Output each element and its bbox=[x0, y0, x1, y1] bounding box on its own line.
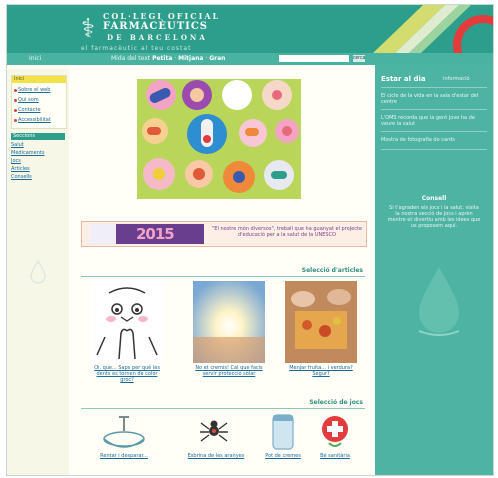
article-caption-3[interactable]: Menjar fruita... i verdura? Segur? bbox=[285, 365, 357, 377]
main-content: 2015 "El nostre món diversos", treball q… bbox=[69, 65, 375, 475]
sidebar-divider bbox=[381, 87, 487, 88]
games-divider bbox=[81, 408, 365, 409]
sidebar-title: Estar al dia bbox=[381, 75, 426, 83]
brand-line-3: DE BARCELONA bbox=[107, 33, 208, 42]
sidebar-divider bbox=[381, 109, 487, 110]
left-link-1[interactable]: Sobre el web bbox=[18, 87, 50, 93]
left-item-2[interactable]: Medicaments bbox=[11, 150, 44, 156]
article-caption-1[interactable]: Oi, que... Saps per què les dents es tor… bbox=[91, 365, 163, 383]
news-item-2[interactable]: L'OMS recorda que la gent jove ha de veu… bbox=[381, 115, 487, 127]
left-item-4[interactable]: Articles bbox=[11, 166, 30, 172]
game-caption-1[interactable]: Rentar i desparar... bbox=[95, 453, 153, 459]
text-size-small[interactable]: Petita bbox=[152, 55, 172, 62]
promo-image: 2015 bbox=[90, 224, 204, 244]
articles-heading: Selecció d'articles bbox=[301, 267, 363, 274]
home-link[interactable]: Inici bbox=[29, 55, 41, 62]
left-link-4[interactable]: Accessibilitat bbox=[18, 117, 51, 123]
game-caption-4[interactable]: Bé sanitària bbox=[306, 453, 364, 459]
article-image-3[interactable] bbox=[285, 281, 357, 363]
left-menu-box: Inici Sobre el web Qui som Contacte Acce… bbox=[11, 75, 67, 129]
top-navbar: Inici Mida del text Petita · Mitjana · G… bbox=[7, 53, 493, 65]
advice-title: Consell bbox=[421, 195, 447, 202]
search-button[interactable]: cerca bbox=[353, 55, 365, 62]
sidebar-divider bbox=[381, 149, 487, 150]
left-item-1[interactable]: Salut bbox=[11, 142, 24, 148]
site-header: ⚕ COL·LEGI OFICIAL FARMACÈUTICS DE BARCE… bbox=[7, 5, 493, 53]
spider-icon[interactable] bbox=[197, 413, 231, 451]
featured-banner[interactable] bbox=[137, 79, 301, 199]
promo-banner[interactable]: 2015 "El nostre món diversos", treball q… bbox=[81, 221, 367, 247]
article-image-1[interactable] bbox=[91, 281, 163, 363]
page-frame: ⚕ COL·LEGI OFICIAL FARMACÈUTICS DE BARCE… bbox=[6, 4, 494, 476]
bullet-icon bbox=[14, 99, 17, 102]
text-size-label: Mida del text bbox=[111, 55, 151, 62]
left-item-5[interactable]: Consells bbox=[11, 174, 32, 180]
tagline: el farmacèutic al teu costat bbox=[81, 45, 192, 52]
left-link-2[interactable]: Qui som bbox=[18, 97, 39, 103]
brand-line-1: COL·LEGI OFICIAL bbox=[103, 11, 221, 21]
text-size-large[interactable]: Gran bbox=[209, 55, 225, 62]
search-input[interactable] bbox=[279, 55, 349, 62]
article-caption-2[interactable]: No et cremis! Cal que facis servir prote… bbox=[193, 365, 265, 377]
sidebar-subtitle: Informació bbox=[443, 76, 470, 82]
articles-divider bbox=[81, 276, 365, 277]
brand-line-2: FARMACÈUTICS bbox=[103, 21, 209, 32]
drop-decoration-icon bbox=[30, 259, 46, 284]
bullet-icon bbox=[14, 109, 17, 112]
games-heading: Selecció de jocs bbox=[309, 399, 363, 406]
unesco-logo bbox=[90, 224, 116, 244]
game-caption-3[interactable]: Pot de cremes bbox=[254, 453, 312, 459]
advice-text: Si t'agraden els jocs i la salut, visita… bbox=[387, 205, 481, 229]
left-sidebar: Inici Sobre el web Qui som Contacte Acce… bbox=[7, 69, 69, 475]
news-item-1[interactable]: El cicle de la vida en la sala d'estar d… bbox=[381, 93, 487, 105]
medical-kit-icon[interactable] bbox=[319, 413, 351, 451]
game-caption-2[interactable]: Esbrina de les aranyes bbox=[187, 453, 245, 459]
caduceus-logo-icon[interactable]: ⚕ bbox=[77, 11, 99, 47]
jar-icon[interactable] bbox=[269, 413, 297, 451]
header-decoration bbox=[373, 5, 493, 53]
article-image-2[interactable] bbox=[193, 281, 265, 363]
left-menu-header[interactable]: Inici bbox=[12, 76, 66, 83]
sidebar-divider bbox=[381, 131, 487, 132]
text-size-medium[interactable]: Mitjana bbox=[178, 55, 203, 62]
text-size-control: Mida del text Petita · Mitjana · Gran bbox=[111, 55, 226, 62]
game-image-basin[interactable] bbox=[99, 413, 149, 451]
promo-text: "El nostre món diversos", treball que ha… bbox=[212, 226, 362, 238]
left-link-3[interactable]: Contacte bbox=[18, 107, 41, 113]
drop-decoration-icon bbox=[418, 267, 460, 336]
left-item-3[interactable]: Jocs bbox=[11, 158, 21, 164]
bullet-icon bbox=[14, 119, 17, 122]
left-section-label: Seccions bbox=[11, 133, 65, 140]
bullet-icon bbox=[14, 89, 17, 92]
right-sidebar: Estar al dia Informació El cicle de la v… bbox=[375, 65, 493, 475]
news-item-3[interactable]: Mostra de fotografia de cards bbox=[381, 137, 487, 143]
promo-number: 2015 bbox=[136, 225, 175, 243]
